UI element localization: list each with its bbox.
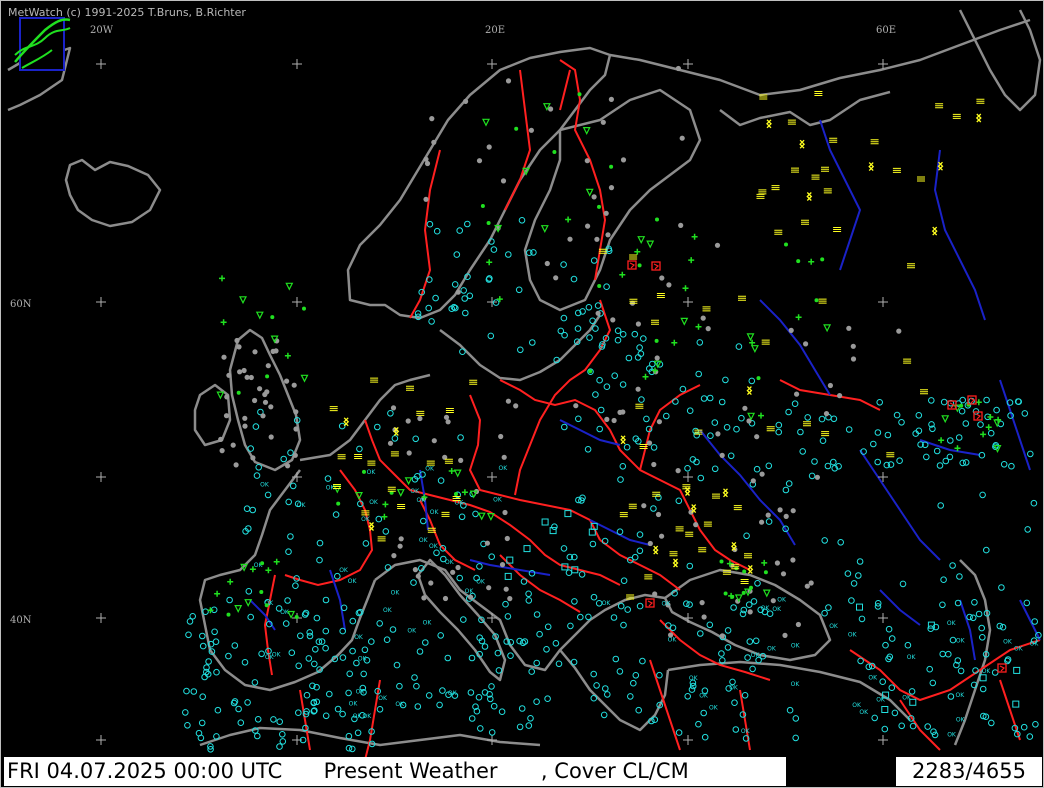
status-datetime: FRI 04.07.2025 00:00 UTC — [7, 759, 283, 783]
status-separator: , — [540, 759, 548, 783]
credit-text: MetWatch (c) 1991-2025 T.Bruns, B.Richte… — [8, 6, 246, 19]
metwatch-map-window: 20W 20E 60E 60N 40N OK OK OK OK OK OK OK OK OK OK… — [0, 0, 1044, 788]
map-frame — [0, 0, 1044, 788]
station-count: 2283/4655 — [896, 757, 1042, 786]
status-bar-left: FRI 04.07.2025 00:00 UTC Present Weather… — [4, 757, 786, 786]
status-cover: Cover CL/CM — [554, 759, 689, 783]
status-parameter: Present Weather — [323, 759, 498, 783]
